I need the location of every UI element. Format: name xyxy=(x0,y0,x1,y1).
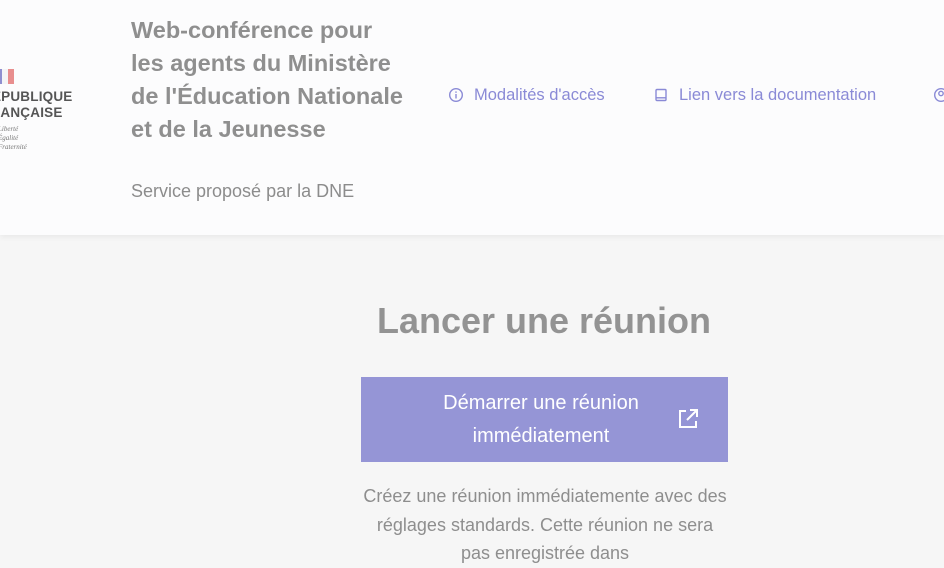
start-meeting-description: Créez une réunion immédiatemente avec de… xyxy=(363,486,727,563)
nav-link-account[interactable] xyxy=(933,84,944,106)
book-icon xyxy=(655,88,667,102)
nav-link-label: Lien vers la documentation xyxy=(679,85,877,104)
service-tagline: Service proposé par la DNE xyxy=(131,181,355,201)
external-link-icon xyxy=(679,409,698,428)
logo-devise: Liberté Égalité Fraternité xyxy=(0,125,27,152)
page-title: Lancer une réunion xyxy=(376,300,712,341)
devise-liberte: Liberté xyxy=(0,125,19,133)
nav-link-modalites-acces[interactable]: Modalités d'accès xyxy=(448,84,605,106)
devise-egalite: Égalité xyxy=(0,134,19,142)
flag-icon xyxy=(0,69,14,84)
nav-link-documentation[interactable]: Lien vers la documentation xyxy=(653,84,876,106)
nav-link-label: Modalités d'accès xyxy=(474,85,605,104)
service-title[interactable]: Web-conférence pour les agents du Minist… xyxy=(131,14,411,146)
start-meeting-label: Démarrer une réunion immédiatement xyxy=(443,392,639,447)
logo-line-1: RÉPUBLIQUE xyxy=(0,89,73,104)
logo-line-2: FRANÇAISE xyxy=(0,105,63,120)
info-icon xyxy=(448,87,464,103)
site-header: RÉPUBLIQUE FRANÇAISE Liberté Égalité Fra… xyxy=(0,0,944,235)
start-meeting-button[interactable]: Démarrer une réunion immédiatement xyxy=(361,377,728,462)
devise-fraternite: Fraternité xyxy=(0,143,27,151)
user-icon xyxy=(934,88,944,102)
